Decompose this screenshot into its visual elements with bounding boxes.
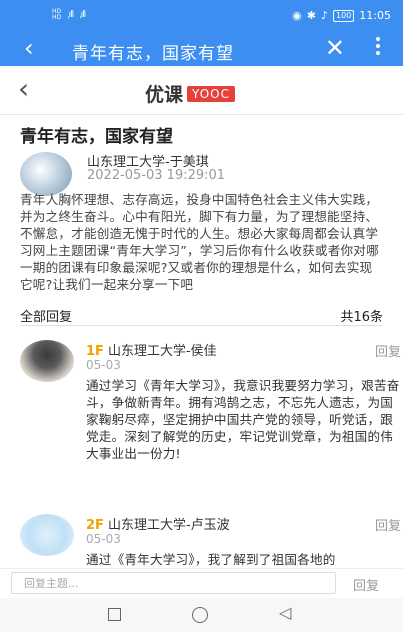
back-arrow-icon[interactable]: ‹: [18, 75, 29, 103]
status-right: ◉ ✱ ♪ 100 11:05: [292, 9, 391, 22]
app-header: ‹ 优课 YOOC: [0, 66, 403, 115]
close-icon[interactable]: ✕: [325, 34, 345, 62]
reply-input[interactable]: 回复主题...: [11, 572, 336, 594]
avatar: [20, 340, 74, 382]
reply-button[interactable]: 回复: [375, 515, 401, 534]
reply-text: 通过学习《青年大学习》，我意识我要努力学习，艰苦奋斗，争做新青年。拥有鸿鹄之志，…: [86, 378, 400, 461]
avatar: [20, 152, 72, 196]
back-icon[interactable]: ‹: [24, 34, 34, 62]
divider: [20, 325, 383, 326]
title-bar-title: 青年有志，国家有望: [72, 44, 234, 64]
logo-en: YOOC: [187, 85, 235, 102]
mute-icon: ♪: [320, 9, 329, 22]
signal-icon-2: ˌıll: [79, 10, 86, 20]
battery-icon: 100: [333, 9, 355, 22]
logo-cn: 优课: [145, 84, 184, 106]
post-time: 2022-05-03 19:29:01: [87, 168, 226, 183]
reply-count: 共16条: [340, 310, 383, 325]
more-icon[interactable]: [375, 37, 381, 55]
all-replies-label: 全部回复: [20, 310, 73, 325]
reply-date: 05-03: [86, 358, 121, 372]
signal-icon-1: ˌıll: [67, 10, 74, 20]
reply-floor: 2F 山东理工大学-卢玉波: [86, 518, 230, 533]
status-left: HD HD ˌıll ˌıll: [52, 8, 86, 21]
reply-header: 全部回复 共16条: [20, 306, 383, 325]
bluetooth-icon: ✱: [306, 9, 316, 22]
hd-indicator: HD HD: [52, 8, 62, 21]
post-title: 青年有志，国家有望: [20, 127, 173, 147]
logo: 优课 YOOC: [145, 80, 235, 107]
title-bar: ‹ 青年有志，国家有望 ✕: [0, 32, 403, 66]
recent-apps-icon[interactable]: [108, 608, 121, 621]
back-nav-icon[interactable]: ◁: [279, 603, 291, 623]
reply-date: 05-03: [86, 532, 121, 546]
reply-floor: 1F 山东理工大学-侯佳: [86, 344, 217, 359]
eye-icon: ◉: [292, 9, 302, 22]
system-nav-bar: ◁: [0, 598, 403, 632]
avatar: [20, 514, 74, 556]
status-time: 11:05: [359, 9, 391, 22]
post-body: 青年人胸怀理想、志存高远，投身中国特色社会主义伟大实践，并为之终生奋斗。心中有阳…: [20, 192, 379, 292]
home-icon[interactable]: [192, 607, 208, 623]
status-bar: HD HD ˌıll ˌıll ◉ ✱ ♪ 100 11:05: [0, 0, 403, 32]
reply-bar: 回复主题... 回复: [0, 568, 403, 599]
send-reply-button[interactable]: 回复: [353, 575, 379, 594]
reply-text: 通过《青年大学习》，我了解到了祖国各地的: [86, 552, 336, 567]
reply-button[interactable]: 回复: [375, 341, 401, 360]
